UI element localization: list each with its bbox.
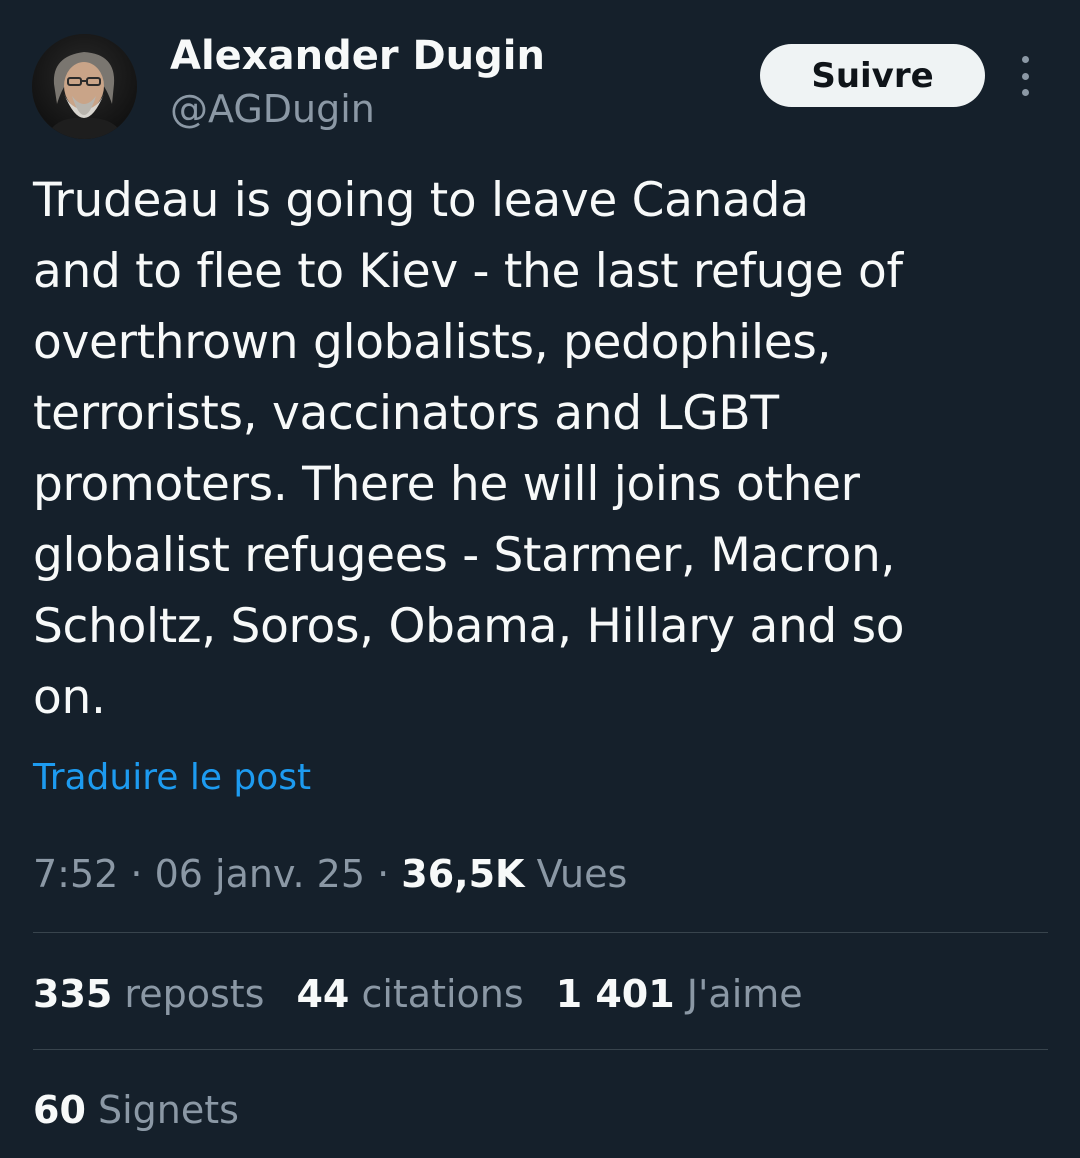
more-dot — [1021, 72, 1029, 80]
likes-count: 1 401 — [555, 972, 675, 1016]
bookmarks-count: 60 — [33, 1088, 86, 1132]
author-name[interactable]: Alexander Dugin — [170, 30, 545, 82]
meta-separator: · — [118, 852, 155, 896]
views-count: 36,5K — [401, 852, 525, 896]
post-date[interactable]: 06 janv. 25 — [155, 852, 365, 896]
bookmarks-stat[interactable]: 60 Signets — [33, 1084, 239, 1136]
more-vertical-icon[interactable] — [1010, 56, 1040, 96]
post-text: Trudeau is going to leave Canada and to … — [33, 173, 905, 725]
quotes-count: 44 — [296, 972, 350, 1016]
reposts-label: reposts — [124, 972, 265, 1016]
post-meta: 7:52 · 06 janv. 25 · 36,5K Vues — [33, 848, 627, 900]
divider — [33, 932, 1048, 933]
reposts-count: 335 — [33, 972, 113, 1016]
divider — [33, 1049, 1048, 1050]
meta-separator: · — [365, 852, 402, 896]
views-label: Vues — [536, 852, 628, 896]
avatar-photo — [32, 34, 137, 139]
post-time[interactable]: 7:52 — [33, 852, 118, 896]
avatar[interactable] — [32, 34, 137, 139]
likes-label: J'aime — [686, 972, 803, 1016]
bookmarks-label: Signets — [97, 1088, 239, 1132]
author-handle[interactable]: @AGDugin — [170, 84, 375, 134]
more-dot — [1021, 89, 1029, 96]
quotes-label: citations — [361, 972, 524, 1016]
likes-stat[interactable]: 1 401 J'aime — [556, 968, 803, 1020]
engagement-stats: 335 reposts 44 citations 1 401 J'aime — [33, 968, 835, 1020]
follow-button[interactable]: Suivre — [760, 44, 985, 107]
more-dot — [1021, 56, 1029, 63]
translate-post-link[interactable]: Traduire le post — [33, 754, 311, 802]
reposts-stat[interactable]: 335 reposts — [33, 968, 264, 1020]
quotes-stat[interactable]: 44 citations — [296, 968, 523, 1020]
